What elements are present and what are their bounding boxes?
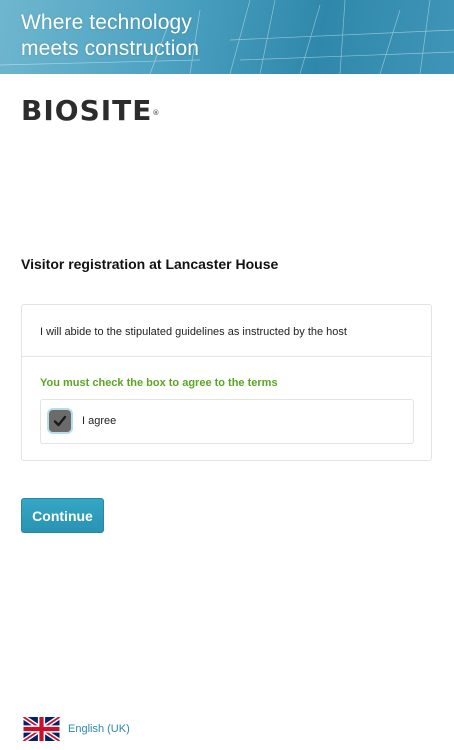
continue-button[interactable]: Continue (21, 498, 104, 533)
agree-option[interactable]: I agree (40, 399, 414, 444)
uk-flag-icon (23, 717, 60, 741)
card-divider (22, 356, 431, 357)
checkmark-icon (53, 415, 67, 427)
tagline-line-1: Where technology (21, 11, 192, 34)
header-banner: Where technology meets construction (0, 0, 454, 74)
biosite-logo: BIOSITE® (21, 95, 160, 127)
registered-mark: ® (152, 109, 161, 117)
validation-message: You must check the box to agree to the t… (40, 377, 278, 389)
agree-label[interactable]: I agree (82, 415, 116, 427)
language-selector[interactable]: English (UK) (23, 717, 130, 741)
agree-checkbox[interactable] (49, 410, 71, 432)
logo-text: BIOSITE (21, 94, 153, 127)
page-title: Visitor registration at Lancaster House (21, 256, 279, 272)
tagline-line-2: meets construction (21, 37, 200, 60)
language-label[interactable]: English (UK) (68, 723, 130, 735)
banner-tagline: Where technology meets construction (21, 10, 199, 62)
terms-card: I will abide to the stipulated guideline… (21, 304, 432, 461)
terms-statement: I will abide to the stipulated guideline… (40, 326, 347, 338)
